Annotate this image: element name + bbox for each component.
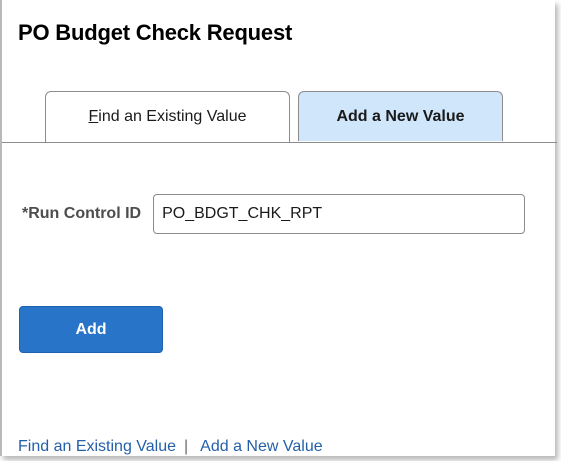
tab-find-existing-value[interactable]: Find an Existing Value (45, 91, 290, 142)
add-button[interactable]: Add (19, 306, 163, 353)
tab-add-label: Add a New Value (336, 107, 465, 125)
run-control-label: *Run Control ID (22, 205, 142, 222)
tab-add-new-value[interactable]: Add a New Value (298, 91, 503, 141)
link-separator: | (184, 438, 189, 455)
tab-strip: Find an Existing Value Add a New Value (2, 91, 557, 143)
run-control-row: *Run Control ID (22, 194, 526, 234)
find-existing-value-link[interactable]: Find an Existing Value (18, 438, 176, 455)
footer-links: Find an Existing Value | Add a New Value (18, 438, 323, 456)
page-title: PO Budget Check Request (18, 20, 293, 45)
tab-find-label: ind an Existing Value (98, 108, 247, 125)
run-control-id-input[interactable] (153, 194, 526, 234)
tab-find-mnemonic: F (88, 108, 99, 125)
page-frame: PO Budget Check Request Find an Existing… (0, 0, 557, 456)
add-new-value-link[interactable]: Add a New Value (200, 438, 322, 455)
